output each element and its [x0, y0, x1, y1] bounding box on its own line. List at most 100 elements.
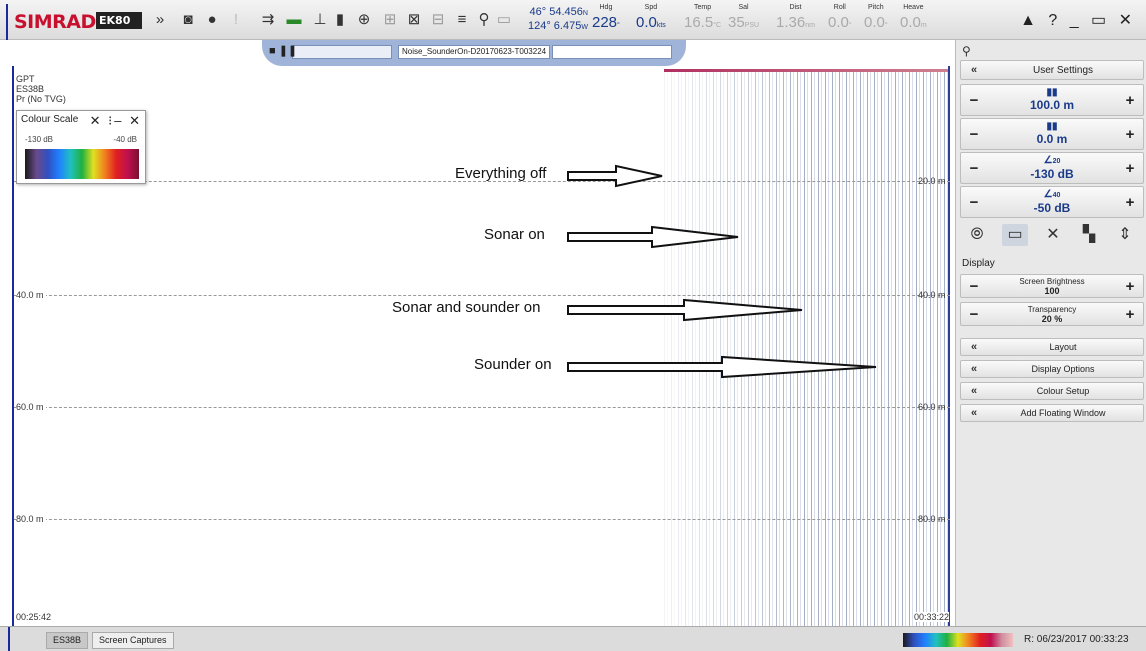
- annotation-label: Sonar on: [484, 226, 545, 243]
- gain-stepper[interactable]: − ∠40 -50 dB +: [960, 186, 1144, 218]
- annotation-arrow: [567, 225, 739, 249]
- gain-text: -50 dB: [1033, 200, 1071, 215]
- chevron-left-icon: «: [971, 64, 978, 76]
- window-edge: [8, 627, 10, 651]
- add-floating-window-button[interactable]: « Add Floating Window: [960, 404, 1144, 422]
- readout-unit: °: [884, 22, 888, 29]
- tools-icon[interactable]: ✕: [1040, 224, 1066, 246]
- decrease-button[interactable]: −: [961, 187, 987, 217]
- depth-line: [14, 519, 950, 520]
- camera-icon[interactable]: ◙: [178, 10, 198, 30]
- increase-button[interactable]: +: [1117, 187, 1143, 217]
- display-monitor-icon[interactable]: ▭: [1002, 224, 1028, 246]
- range-stepper[interactable]: − ▮▮ 100.0 m +: [960, 84, 1144, 116]
- display-options-button[interactable]: « Display Options: [960, 360, 1144, 378]
- readout-label: Pitch: [868, 4, 884, 11]
- depth-label: 60.0 m: [16, 402, 46, 412]
- sonar-icon[interactable]: ⦾: [964, 224, 990, 246]
- colour-setup-button[interactable]: « Colour Setup: [960, 382, 1144, 400]
- echogram-info: GPT ES38B Pr (No TVG): [16, 74, 66, 104]
- histogram-icon[interactable]: ▮: [330, 10, 350, 30]
- increase-button[interactable]: +: [1117, 303, 1143, 325]
- record-icon[interactable]: ●: [202, 10, 222, 30]
- transparency-stepper[interactable]: − Transparency 20 % +: [960, 302, 1144, 326]
- replay-progress[interactable]: [552, 45, 672, 59]
- annotation-label: Sonar and sounder on: [392, 299, 541, 316]
- info-line: Pr (No TVG): [16, 94, 66, 104]
- window-controls[interactable]: ▲ ? _ ▭ ✕: [1020, 10, 1136, 30]
- range-icon[interactable]: ▬: [284, 10, 304, 30]
- monitor-icon[interactable]: ▭: [494, 10, 514, 30]
- replay-slider[interactable]: ■ ❚❚: [269, 45, 392, 59]
- gain-value: ∠20 -130 dB: [987, 153, 1117, 183]
- depth-label-right: 40.0 m: [918, 290, 946, 300]
- depth-line: [14, 407, 950, 408]
- settings-panel: ⚲ « User Settings − ▮▮ 100.0 m + − ▮▮ 0.…: [955, 40, 1146, 626]
- readout-label: Spd: [644, 4, 658, 11]
- depth-label-right: 20.0 m: [918, 176, 946, 186]
- layout-button[interactable]: « Layout: [960, 338, 1144, 356]
- move-icon[interactable]: ⇕: [1112, 224, 1138, 246]
- decrease-button[interactable]: −: [961, 85, 987, 115]
- readout-value: 0.0kts: [636, 14, 666, 31]
- start-value: ▮▮ 0.0 m: [987, 119, 1117, 149]
- readout-value: 16.5°C: [684, 14, 721, 31]
- brightness-stepper[interactable]: − Screen Brightness 100 +: [960, 274, 1144, 298]
- decrease-button[interactable]: −: [961, 153, 987, 183]
- status-bar: ES38B Screen Captures R: 06/23/2017 00:3…: [0, 626, 1146, 651]
- readout-number: 35: [728, 14, 745, 31]
- echo-icon[interactable]: ≡: [452, 10, 472, 30]
- chevron-left-icon: «: [971, 363, 978, 375]
- layer-icon[interactable]: ⊞: [380, 10, 400, 30]
- increase-button[interactable]: +: [1117, 119, 1143, 149]
- colour-scale-min: -130 dB: [25, 135, 54, 144]
- colour-scale-window[interactable]: Colour Scale ✕ ⁝– ✕ -130 dB -40 dB: [16, 110, 146, 184]
- replay-date: R: 06/23/2017 00:33:23: [1024, 634, 1129, 645]
- increase-button[interactable]: +: [1117, 153, 1143, 183]
- gain-stepper[interactable]: − ∠20 -130 dB +: [960, 152, 1144, 184]
- readout-value: 0.0m: [900, 14, 927, 31]
- collapse-chevron-icon[interactable]: »: [150, 10, 170, 30]
- increase-button[interactable]: +: [1117, 85, 1143, 115]
- decrease-button[interactable]: −: [961, 119, 987, 149]
- transmit-icon[interactable]: ⇉: [258, 10, 278, 30]
- depth-icon[interactable]: ⊥: [310, 10, 330, 30]
- readout-number: 0.0: [864, 14, 885, 31]
- readout-label: Hdg: [599, 4, 613, 11]
- readout-label: Heave: [903, 4, 924, 11]
- pin-icon[interactable]: ⚲: [962, 44, 971, 58]
- tab-screen-captures[interactable]: Screen Captures: [92, 632, 174, 649]
- readout-number: 0.0: [828, 14, 849, 31]
- user-settings-label: User Settings: [1032, 65, 1094, 76]
- decrease-button[interactable]: −: [961, 275, 987, 297]
- echogram[interactable]: GPT ES38B Pr (No TVG) 20.0 m 40.0 m 40.0…: [12, 66, 950, 626]
- menu-label: Colour Setup: [1036, 386, 1090, 396]
- start-icon: ▮▮: [1046, 121, 1058, 132]
- readout-unit: °: [617, 22, 620, 29]
- increase-button[interactable]: +: [1117, 275, 1143, 297]
- decrease-button[interactable]: −: [961, 303, 987, 325]
- window-edge: [6, 4, 8, 40]
- transparency-label: Transparency: [1027, 304, 1077, 314]
- lat-hemisphere: N: [582, 10, 588, 17]
- target-icon[interactable]: ⊕: [354, 10, 374, 30]
- lon-hemisphere: W: [581, 24, 588, 31]
- user-settings-button[interactable]: « User Settings: [960, 60, 1144, 80]
- readout-spd: Spd 0.0kts: [636, 4, 666, 31]
- readout-dist: Dist 1.36nm: [776, 4, 815, 31]
- readout-number: 16.5: [684, 14, 714, 31]
- play-pause-icon[interactable]: ■ ❚❚: [269, 44, 297, 57]
- search-icon[interactable]: ⚲: [474, 10, 494, 30]
- readout-number: 0.0: [636, 14, 657, 31]
- filter-icon[interactable]: ⊟: [428, 10, 448, 30]
- grid-icon[interactable]: ⊠: [404, 10, 424, 30]
- brightness-text: 100: [1044, 285, 1060, 296]
- start-stepper[interactable]: − ▮▮ 0.0 m +: [960, 118, 1144, 150]
- layout-icon[interactable]: ▚: [1076, 224, 1102, 246]
- tab-es38b[interactable]: ES38B: [46, 632, 89, 649]
- alert-icon[interactable]: !: [226, 10, 246, 30]
- colour-scale-controls[interactable]: ✕ ⁝– ✕: [90, 113, 142, 129]
- noise-fade: [664, 70, 804, 626]
- slope-icon: ∠20: [1043, 154, 1061, 166]
- top-toolbar: SIMRAD EK80 » ◙ ● ! ⇉ ▬ ⊥ ▮ ⊕ ⊞ ⊠ ⊟ ≡ ⚲ …: [0, 0, 1146, 40]
